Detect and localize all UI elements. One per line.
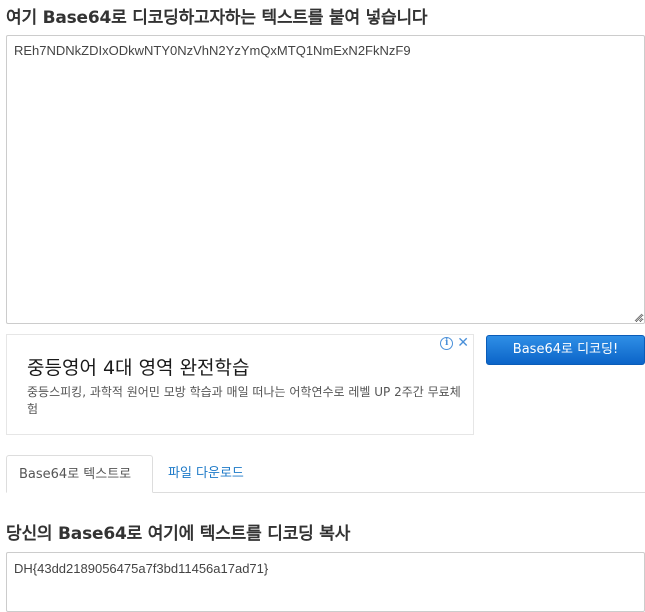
tab-bar: Base64로 텍스트로 파일 다운로드: [6, 455, 645, 493]
ad-info-icon[interactable]: i: [440, 337, 454, 350]
decoded-output-textarea[interactable]: DH{43dd2189056475a7f3bd11456a17ad71}: [6, 552, 645, 612]
ad-banner[interactable]: i ✕ 중등영어 4대 영역 완전학습 중등스피킹, 과학적 원어민 모방 학습…: [6, 334, 474, 435]
output-section-title: 당신의 Base64로 여기에 텍스트를 디코딩 복사: [6, 524, 351, 544]
base64-input-textarea[interactable]: REh7NDNkZDIxODkwNTY0NzVhN2YzYmQxMTQ1NmEx…: [6, 35, 645, 324]
ad-close-icon[interactable]: ✕: [457, 336, 469, 350]
ad-description: 중등스피킹, 과학적 원어민 모방 학습과 매일 떠나는 어학연수로 레벨 UP…: [27, 385, 461, 416]
output-text: DH{43dd2189056475a7f3bd11456a17ad71}: [14, 561, 269, 576]
tab-file-download[interactable]: 파일 다운로드: [156, 455, 256, 492]
input-section-title: 여기 Base64로 디코딩하고자하는 텍스트를 붙여 넣습니다: [6, 8, 428, 28]
ad-headline[interactable]: 중등영어 4대 영역 완전학습: [27, 353, 250, 380]
resize-grip-icon[interactable]: [634, 313, 643, 322]
decode-button[interactable]: Base64로 디코딩!: [486, 335, 645, 365]
ad-controls: i ✕: [440, 336, 469, 350]
tab-base64-to-text[interactable]: Base64로 텍스트로: [6, 455, 153, 493]
input-text: REh7NDNkZDIxODkwNTY0NzVhN2YzYmQxMTQ1NmEx…: [14, 43, 411, 58]
